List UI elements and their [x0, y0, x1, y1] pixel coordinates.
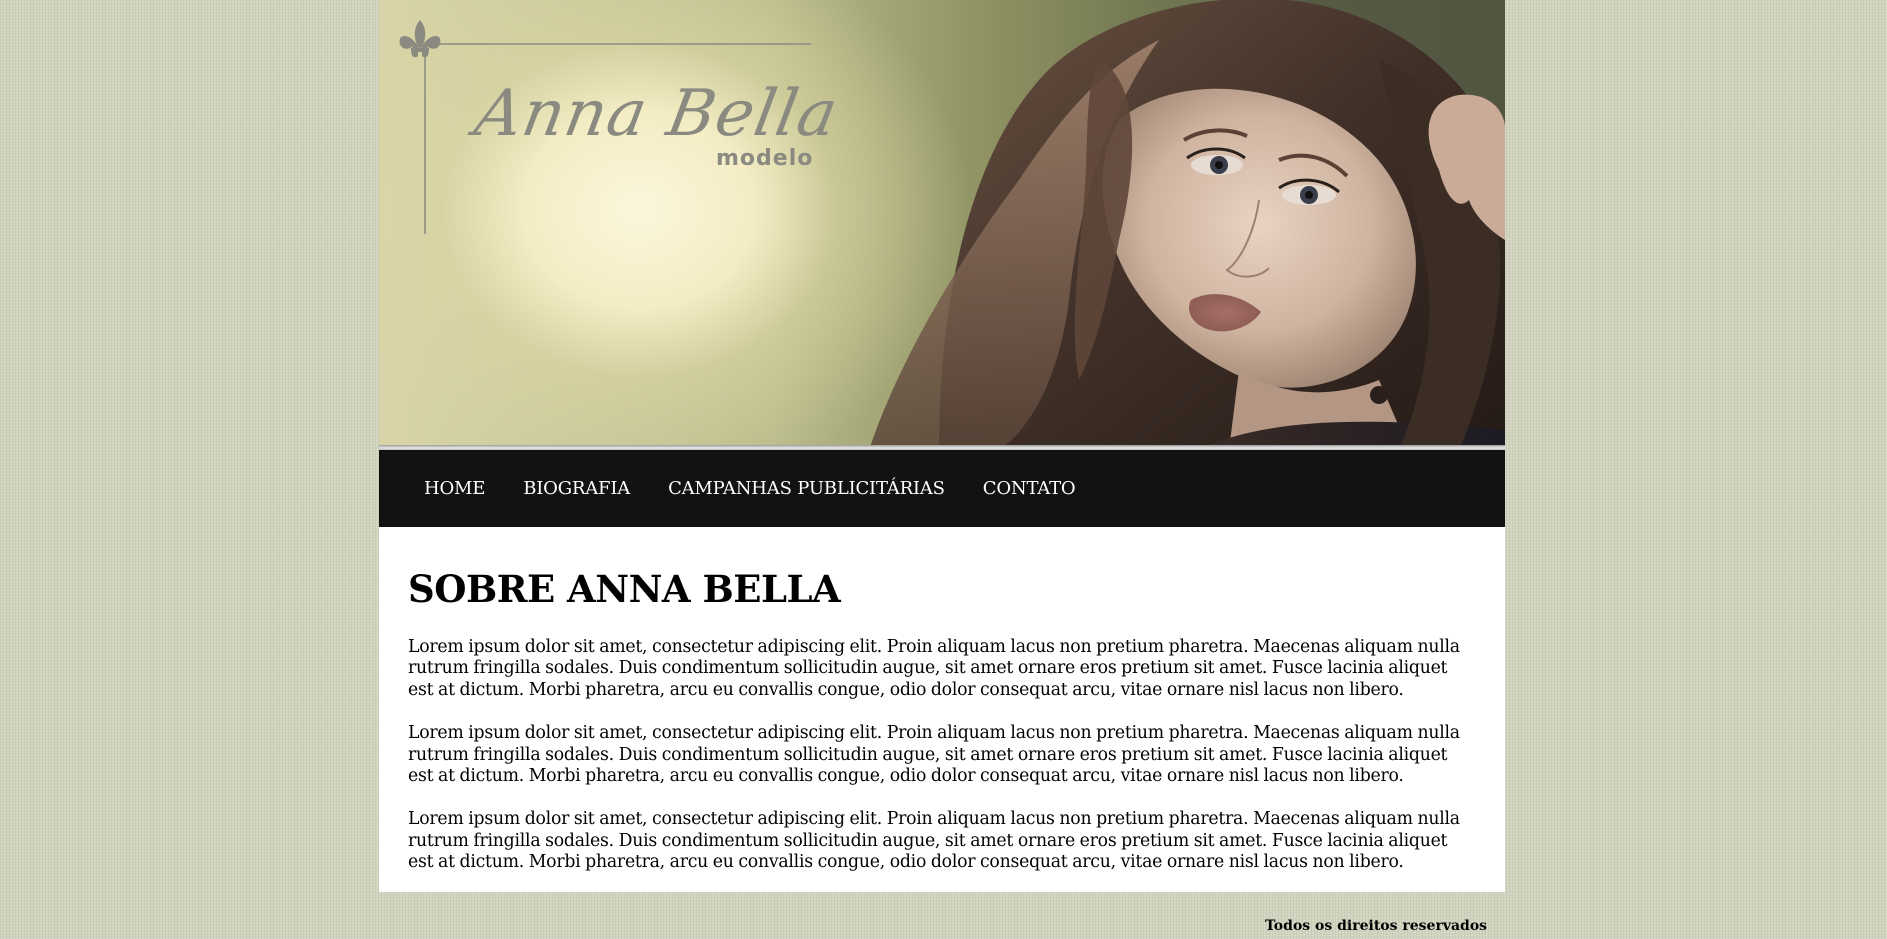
logo-script-text: Anna Bella — [469, 77, 844, 151]
content-paragraph: Lorem ipsum dolor sit amet, consectetur … — [408, 809, 1460, 873]
banner-divider — [379, 445, 1505, 450]
page-container: Anna Bella modelo HOME BIOGRAFIA CAMPANH… — [379, 0, 1505, 892]
content-paragraph: Lorem ipsum dolor sit amet, consectetur … — [408, 723, 1460, 787]
site-logo[interactable]: Anna Bella modelo — [399, 20, 844, 240]
header-banner: Anna Bella modelo — [379, 0, 1505, 450]
footer-copyright: Todos os direitos reservados — [1265, 918, 1488, 934]
nav-item-home[interactable]: HOME — [411, 478, 498, 499]
page-title: SOBRE ANNA BELLA — [408, 567, 841, 611]
nav-item-contato[interactable]: CONTATO — [970, 478, 1089, 499]
content-paragraph: Lorem ipsum dolor sit amet, consectetur … — [408, 637, 1460, 700]
nav-item-biografia[interactable]: BIOGRAFIA — [510, 478, 643, 499]
logo-subtitle: modelo — [716, 146, 814, 171]
nav-item-campanhas-publicitarias[interactable]: CAMPANHAS PUBLICITÁRIAS — [655, 478, 958, 499]
main-navigation: HOME BIOGRAFIA CAMPANHAS PUBLICITÁRIAS C… — [379, 450, 1505, 527]
main-content: SOBRE ANNA BELLA Lorem ipsum dolor sit a… — [379, 527, 1505, 892]
